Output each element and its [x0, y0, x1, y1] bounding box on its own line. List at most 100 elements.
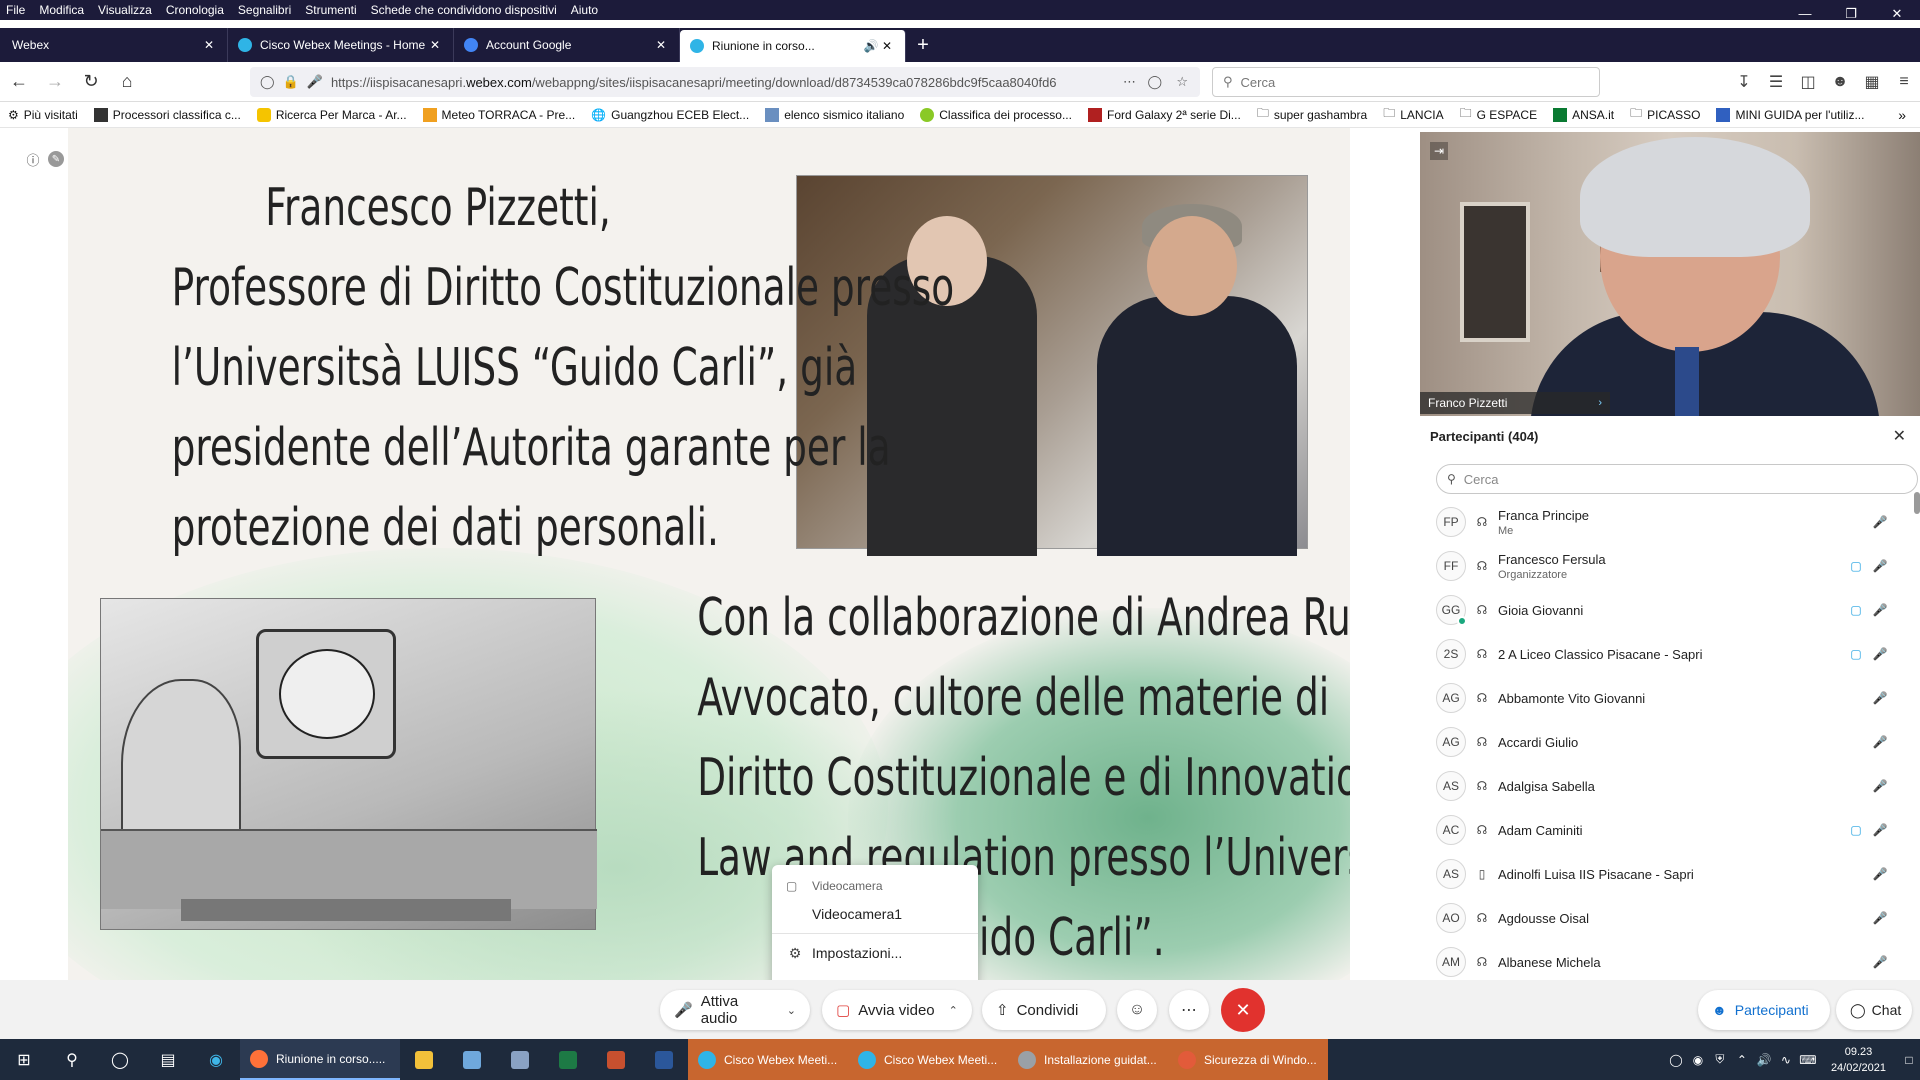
forward-icon[interactable]: →	[38, 65, 72, 99]
download-icon[interactable]: ↧	[1728, 72, 1760, 92]
unmute-audio-button[interactable]: 🎤 Attiva audio ⌄	[660, 990, 810, 1030]
menu-aiuto[interactable]: Aiuto	[571, 3, 598, 17]
shield-tray-icon[interactable]: ⛨	[1709, 1052, 1731, 1067]
library-icon[interactable]: ☰	[1760, 72, 1792, 92]
speaker-name-label[interactable]: Franco Pizzetti ›	[1420, 392, 1610, 414]
bookmark-item[interactable]: MINI GUIDA per l'utiliz...	[1716, 107, 1864, 122]
reactions-button[interactable]: ☺	[1117, 990, 1157, 1030]
restore-icon[interactable]: ❐	[1828, 0, 1874, 28]
menu-file[interactable]: File	[6, 3, 25, 17]
powerpoint-icon[interactable]	[592, 1039, 640, 1080]
video-camera-icon[interactable]: ▢	[1848, 559, 1864, 573]
participant-row[interactable]: AM ☊ Albanese Michela 🎤	[1420, 940, 1920, 984]
excel-icon[interactable]	[544, 1039, 592, 1080]
tab-meeting[interactable]: Riunione in corso... 🔊 ✕	[680, 30, 906, 62]
participant-row[interactable]: FF ☊ Francesco Fersula Organizzatore ▢ 🎤	[1420, 544, 1920, 588]
sidebar-icon[interactable]: ◫	[1792, 72, 1824, 92]
chevron-down-icon[interactable]: ⌄	[787, 1004, 796, 1017]
calculator-icon[interactable]	[496, 1039, 544, 1080]
start-video-button[interactable]: ▢ Avvia video ⌃	[822, 990, 972, 1030]
mic-muted-icon[interactable]: 🎤	[1872, 911, 1888, 925]
video-camera-icon[interactable]: ▢	[1848, 647, 1864, 661]
search-icon[interactable]: ⚲	[48, 1039, 96, 1080]
word-icon[interactable]	[640, 1039, 688, 1080]
network-app-icon[interactable]	[448, 1039, 496, 1080]
new-tab-icon[interactable]: +	[906, 28, 940, 62]
participant-row[interactable]: FP ☊ Franca Principe Me 🎤	[1420, 500, 1920, 544]
bookmark-folder[interactable]: 🗀 LANCIA	[1383, 104, 1443, 125]
participants-button[interactable]: ☻ Partecipanti	[1698, 990, 1830, 1030]
taskbar-app[interactable]: Sicurezza di Windo...	[1168, 1039, 1328, 1080]
shield-icon[interactable]: ◯	[260, 74, 275, 90]
search-input[interactable]: ⚲ Cerca	[1212, 67, 1600, 97]
close-tab-icon[interactable]: ✕	[427, 38, 443, 52]
leave-meeting-button[interactable]: ✕	[1221, 988, 1265, 1032]
bookmark-item[interactable]: Processori classifica c...	[93, 107, 241, 122]
notifications-icon[interactable]: □	[1898, 1053, 1920, 1067]
chevron-up-icon[interactable]: ⌃	[949, 1004, 958, 1017]
participants-search-input[interactable]: ⚲ Cerca	[1436, 464, 1918, 494]
minimize-icon[interactable]: —	[1782, 0, 1828, 28]
chevron-up-icon[interactable]: ⌃	[1731, 1053, 1753, 1067]
tab-webex[interactable]: Webex ✕	[2, 28, 228, 62]
info-icon[interactable]: ⓘ	[22, 148, 44, 170]
menu-strumenti[interactable]: Strumenti	[305, 3, 356, 17]
bookmarks-overflow-icon[interactable]: »	[1898, 107, 1906, 123]
bookmark-folder[interactable]: 🗀 PICASSO	[1630, 104, 1700, 125]
mic-muted-icon[interactable]: 🎤	[1872, 779, 1888, 793]
mic-muted-icon[interactable]: 🎤	[1872, 603, 1888, 617]
mic-muted-icon[interactable]: 🎤	[1872, 955, 1888, 969]
back-icon[interactable]: ←	[2, 65, 36, 99]
extensions-icon[interactable]: ▦	[1856, 72, 1888, 92]
expand-icon[interactable]: ⇥	[1430, 142, 1448, 160]
account-icon[interactable]: ☻	[1824, 73, 1856, 91]
tab-google-account[interactable]: Account Google ✕	[454, 28, 680, 62]
bookmark-item[interactable]: 🌐 Guangzhou ECEB Elect...	[591, 108, 749, 122]
taskbar-app[interactable]: Installazione guidat...	[1008, 1039, 1168, 1080]
home-icon[interactable]: ⌂	[110, 65, 144, 99]
file-explorer-icon[interactable]	[400, 1039, 448, 1080]
reload-icon[interactable]: ↻	[74, 65, 108, 99]
mic-muted-icon[interactable]: 🎤	[1872, 735, 1888, 749]
lock-icon[interactable]: 🔒	[283, 74, 299, 90]
volume-icon[interactable]: 🔊	[1753, 1053, 1775, 1067]
menu-visualizza[interactable]: Visualizza	[98, 3, 152, 17]
participant-row[interactable]: AG ☊ Accardi Giulio 🎤	[1420, 720, 1920, 764]
close-tab-icon[interactable]: ✕	[653, 38, 669, 52]
close-window-icon[interactable]: ✕	[1874, 0, 1920, 28]
speaker-icon[interactable]: 🔊	[863, 39, 879, 53]
more-icon[interactable]: ⋯	[1123, 74, 1136, 90]
mic-muted-icon[interactable]: 🎤	[1872, 867, 1888, 881]
bookmark-item[interactable]: Ricerca Per Marca - Ar...	[256, 107, 407, 122]
taskbar-app[interactable]: Cisco Webex Meeti...	[688, 1039, 848, 1080]
participants-scrollbar[interactable]	[1914, 492, 1920, 514]
mic-muted-icon[interactable]: 🎤	[1872, 823, 1888, 837]
video-camera-icon[interactable]: ▢	[1848, 603, 1864, 617]
camera-settings-item[interactable]: ⚙ Impostazioni...	[772, 936, 978, 970]
keyboard-icon[interactable]: ⌨	[1797, 1053, 1819, 1067]
close-tab-icon[interactable]: ✕	[879, 39, 895, 53]
participant-row[interactable]: AC ☊ Adam Caminiti ▢ 🎤	[1420, 808, 1920, 852]
close-icon[interactable]: ✕	[1893, 426, 1906, 446]
chat-button[interactable]: ◯ Chat	[1836, 990, 1912, 1030]
pocket-icon[interactable]: ◯	[1147, 74, 1162, 90]
webex-tray-icon[interactable]: ◯	[1665, 1053, 1687, 1067]
wifi-icon[interactable]: ∿	[1775, 1053, 1797, 1067]
annotate-icon[interactable]: ✎	[48, 151, 64, 167]
share-button[interactable]: ⇧ Condividi	[982, 990, 1106, 1030]
mic-permission-icon[interactable]: 🎤	[307, 74, 323, 90]
menu-schede[interactable]: Schede che condividono dispositivi	[371, 3, 557, 17]
participant-row[interactable]: AS ☊ Adalgisa Sabella 🎤	[1420, 764, 1920, 808]
mic-muted-icon[interactable]: 🎤	[1872, 691, 1888, 705]
star-icon[interactable]: ☆	[1176, 74, 1188, 90]
bookmark-item[interactable]: ⚙ Più visitati	[8, 108, 78, 122]
windows-start-icon[interactable]: ⊞	[0, 1039, 48, 1080]
task-view-icon[interactable]: ▤	[144, 1039, 192, 1080]
menu-modifica[interactable]: Modifica	[39, 3, 84, 17]
more-options-button[interactable]: ⋯	[1169, 990, 1209, 1030]
tab-webex-home[interactable]: Cisco Webex Meetings - Home ✕	[228, 28, 454, 62]
menu-cronologia[interactable]: Cronologia	[166, 3, 224, 17]
cortana-icon[interactable]: ◯	[96, 1039, 144, 1080]
camera-option-videocamera1[interactable]: Videocamera1	[772, 897, 978, 931]
bookmark-folder[interactable]: 🗀 super gashambra	[1257, 104, 1367, 125]
